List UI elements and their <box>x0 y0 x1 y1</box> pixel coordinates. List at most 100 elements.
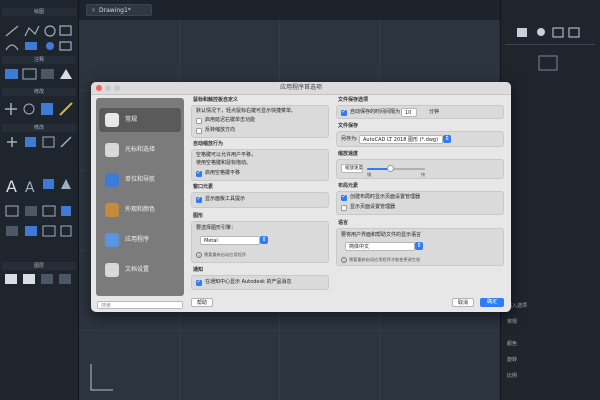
section-title: 自动缩放行为 <box>193 141 224 147</box>
chevron-updown-icon[interactable] <box>443 135 451 143</box>
sidebar-item-label: 应用程序 <box>125 236 150 243</box>
property-row: 常规 <box>507 319 518 325</box>
panel-tooltips-checkbox[interactable] <box>196 195 202 203</box>
sidebar-item-general[interactable]: 常规 <box>99 108 181 132</box>
graphics-engine-select[interactable]: Metal <box>200 236 260 245</box>
slow-label: 慢 <box>367 172 372 177</box>
description-text: 空格键可以允许用户平移， <box>196 152 257 158</box>
section-title: 鼠标和触控板自定义 <box>193 97 239 103</box>
empty-selection-icon <box>538 55 558 71</box>
reverse-zoom-checkbox[interactable] <box>196 128 202 134</box>
draw-tools-icons[interactable] <box>3 24 75 52</box>
window-elements-group: 显示面板工具提示 <box>191 192 329 208</box>
search-input[interactable]: 搜索 <box>97 301 183 309</box>
section-title: 语言 <box>338 220 349 226</box>
info-icon: i <box>341 257 347 263</box>
sidebar-item-label: 单位和导航 <box>125 176 156 183</box>
language-group: 要将用户界面和帮助文件的显示语言 简体中文 i 需要重新启动应用程序才能使更改生… <box>336 228 504 266</box>
sidebar-item-cursor[interactable]: 光标和选择 <box>99 138 181 162</box>
tool-palette-left: 绘图 注释 修改 修改 图层 A A <box>0 0 79 400</box>
units-icon <box>105 173 119 187</box>
product-messages-checkbox[interactable] <box>196 278 202 286</box>
property-row: 旋转 <box>507 357 518 363</box>
property-row: 比例 <box>507 373 518 379</box>
section-title: 插入选项 <box>507 303 528 309</box>
save-format-select[interactable]: AutoCAD LT 2018 图形 (*.dwg) <box>359 135 443 144</box>
property-row: 颜色 <box>507 341 518 347</box>
note-text: 需要重新启动应用程序才能使更改生效 <box>349 257 421 262</box>
document-icon <box>105 263 119 277</box>
info-icon: i <box>196 252 202 258</box>
chevron-updown-icon[interactable] <box>415 242 423 250</box>
checkbox-label: 创建布局时显示页面设置管理器 <box>350 194 421 200</box>
cancel-button[interactable]: 取消 <box>452 298 474 307</box>
brush-icon <box>105 203 119 217</box>
slider-thumb[interactable] <box>387 165 394 172</box>
preferences-sidebar: 常规 光标和选择 单位和导航 外观和颜色 应用程序 文档设置 <box>96 98 184 296</box>
file-save-group: 另存为: AutoCAD LT 2018 图形 (*.dwg) <box>336 131 504 147</box>
section-title: 图形 <box>193 213 204 219</box>
description-text: 使用空格键和鼠标拖动。 <box>196 160 252 166</box>
ucs-icon <box>90 364 113 391</box>
sidebar-item-label: 光标和选择 <box>125 146 156 153</box>
checkbox-label: 自动保存的时间间隔为 <box>350 109 401 115</box>
chevron-updown-icon[interactable] <box>260 236 268 244</box>
delayed-right-click-checkbox[interactable] <box>196 118 202 124</box>
autosave-checkbox[interactable] <box>341 108 347 116</box>
section-title: 文件保存 <box>338 123 359 129</box>
sidebar-item-application[interactable]: 应用程序 <box>99 228 181 252</box>
zoom-speed-label: 缩放速度 <box>341 164 363 173</box>
autosave-group: 自动保存的时间间隔为 10 分钟 <box>336 105 504 119</box>
sidebar-item-label: 文档设置 <box>125 266 150 273</box>
modify-tools-icons-2[interactable]: A A <box>3 134 75 254</box>
layout-page-setup-checkbox[interactable] <box>341 193 347 201</box>
general-icon <box>105 113 119 127</box>
section-title: 文件保存选项 <box>338 97 369 103</box>
sidebar-item-units[interactable]: 单位和导航 <box>99 168 181 192</box>
section-title: 窗口元素 <box>193 184 214 190</box>
save-as-label: 另存为: <box>341 136 358 142</box>
language-select[interactable]: 简体中文 <box>345 242 415 251</box>
description-text: 默认情况下，轻点鼠标右键可显示快捷菜单。 <box>196 108 297 114</box>
sidebar-item-appearance[interactable]: 外观和颜色 <box>99 198 181 222</box>
section-title: 缩放速度 <box>338 151 359 157</box>
checkbox-label: 反转缩放方向 <box>205 127 236 133</box>
modify-tools-icons[interactable] <box>3 98 75 120</box>
dialog-title: 应用程序首选项 <box>279 84 322 91</box>
ok-button[interactable]: 确定 <box>480 298 504 307</box>
unit-label: 分钟 <box>429 109 440 115</box>
layer-tools-icons[interactable] <box>3 272 75 286</box>
sidebar-item-label: 外观和颜色 <box>125 206 156 213</box>
graphics-group: 要选择图形引擎： Metal i 需要重新启动应用程序 <box>191 221 329 263</box>
panel-tab-icons[interactable] <box>515 26 595 40</box>
cursor-icon <box>105 143 119 157</box>
help-button[interactable]: 帮助 <box>191 298 213 307</box>
fast-label: 快 <box>421 172 426 177</box>
palette-section-title: 图层 <box>2 262 76 270</box>
section-title: 布局元素 <box>338 183 359 189</box>
checkbox-label: 启用延迟右键单击功能 <box>205 117 256 123</box>
document-tab[interactable]: × Drawing1* <box>86 4 152 16</box>
palette-section-title: 修改 <box>2 88 76 96</box>
palette-section-title: 绘图 <box>2 8 76 16</box>
checkbox-label: 显示面板工具提示 <box>205 196 246 202</box>
show-page-setup-checkbox[interactable] <box>341 205 347 211</box>
checkbox-label: 显示页面设置管理器 <box>350 204 396 210</box>
zoom-speed-group: 缩放速度 慢 快 <box>336 159 504 179</box>
pan-settings-group: 空格键可以允许用户平移， 使用空格键和鼠标拖动。 启用空格键平移 <box>191 149 329 181</box>
palette-section-title: 注释 <box>2 56 76 64</box>
description-text: 要将用户界面和帮助文件的显示语言 <box>341 232 422 238</box>
annotate-tools-icons[interactable] <box>3 66 75 84</box>
layout-elements-group: 创建布局时显示页面设置管理器 显示页面设置管理器 <box>336 191 504 215</box>
palette-section-title: 修改 <box>2 124 76 132</box>
sidebar-item-label: 常规 <box>125 116 138 123</box>
notifications-group: 在通知中心显示 Autodesk 的产品消息 <box>191 275 329 290</box>
mouse-settings-group: 默认情况下，轻点鼠标右键可显示快捷菜单。 启用延迟右键单击功能 反转缩放方向 <box>191 105 329 138</box>
section-title: 通知 <box>193 267 204 273</box>
close-icon[interactable]: × <box>91 7 96 14</box>
sidebar-item-document[interactable]: 文档设置 <box>99 258 181 282</box>
spacebar-pan-checkbox[interactable] <box>196 169 202 177</box>
checkbox-label: 启用空格键平移 <box>205 170 241 176</box>
autosave-interval-field[interactable]: 10 <box>401 108 417 117</box>
properties-panel: 插入选项 常规 颜色 旋转 比例 <box>500 0 600 400</box>
